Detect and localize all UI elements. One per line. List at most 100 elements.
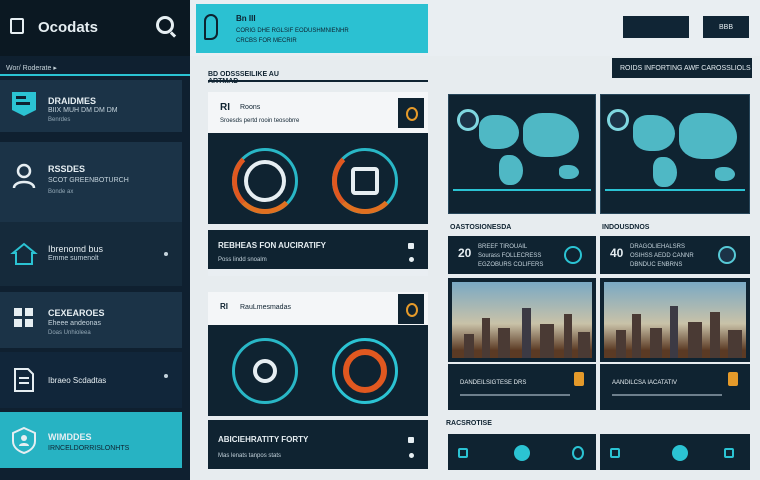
brand-header: Ocodats	[0, 0, 190, 56]
sidebar-item-ibrenomd[interactable]: Ibrenomd bus Emme sumenolt	[0, 222, 182, 286]
sidebar-item-rssdes[interactable]: RSSDES SCOT GREENBOTURCH Bonde ax	[0, 142, 182, 222]
image-icon[interactable]	[458, 448, 468, 458]
map-land	[715, 167, 735, 181]
search-icon[interactable]	[156, 16, 174, 34]
breadcrumb[interactable]: Wor/ Roderate ▸	[6, 64, 57, 72]
map-land	[499, 155, 523, 185]
location-card[interactable]: Bn III CORIG DHE RGLSIF EODUSHMNIENHR CR…	[196, 4, 428, 53]
building	[540, 324, 554, 358]
grid-icon	[14, 308, 33, 327]
gauge-inner-icon	[351, 167, 379, 195]
photo-caption-2[interactable]: AANDILCSA IACATATIV	[600, 364, 750, 410]
pin-icon	[204, 14, 218, 40]
map-land	[679, 113, 737, 159]
lock-button[interactable]	[398, 294, 424, 324]
sidebar: Ocodats Wor/ Roderate ▸ DRAIDMES BIIX MU…	[0, 0, 190, 480]
square-icon[interactable]	[724, 448, 734, 458]
user-icon	[12, 163, 36, 189]
sidebar-item-title: CEXEAROES	[48, 308, 105, 318]
panel-title: RauLmesmadas	[240, 304, 291, 311]
info-bar-1[interactable]: REBHEAS FON AUCIRATIFY Poss lindd snoalm	[208, 230, 428, 276]
section-strip-right: ROIDS INFORTING AWF CAROSSLIOLS	[612, 58, 752, 78]
top-secondary-button[interactable]: BBB	[703, 16, 749, 38]
caption-text: DANDEILSIGTESE DRS	[460, 380, 527, 386]
section-strip-left: BD ODSSSEILIKE AU ARTMAD	[208, 71, 279, 85]
stat-line: OSIHSS AEDD CANNR	[630, 253, 694, 259]
sidebar-item-subtitle: Eheee andeonas	[48, 320, 101, 327]
globe-icon[interactable]	[672, 445, 688, 461]
sidebar-item-title: WIMDDES	[48, 432, 92, 442]
sidebar-item-ibraeo[interactable]: Ibraeo Scdadtas	[0, 352, 182, 408]
info-bar-title: REBHEAS FON AUCIRATIFY	[218, 241, 326, 250]
caption-text: AANDILCSA IACATATIV	[612, 380, 678, 386]
stat-card-1[interactable]: 20 BREEF TIROUAIL Sourass FOLLECRESS EGZ…	[448, 236, 596, 274]
city-photo-1[interactable]	[448, 278, 596, 362]
card-line: CRCBS FOR MECRIR	[236, 38, 297, 44]
building	[650, 328, 662, 358]
photo-caption-1[interactable]: DANDEILSIGTESE DRS	[448, 364, 596, 410]
top-action-button[interactable]	[623, 16, 689, 38]
tag-icon	[574, 372, 584, 386]
building	[710, 312, 720, 358]
world-map-2[interactable]	[600, 94, 750, 214]
cloud-icon	[718, 246, 736, 264]
world-map-1[interactable]	[448, 94, 596, 214]
building	[688, 322, 702, 358]
document-icon	[14, 368, 34, 392]
panel-header: RI RauLmesmadas	[208, 292, 428, 326]
info-bar-body: REBHEAS FON AUCIRATIFY Poss lindd snoalm	[208, 231, 428, 269]
building	[670, 306, 678, 358]
building	[564, 314, 572, 358]
magnifier-icon	[457, 109, 479, 131]
mini-toolbar-1	[448, 434, 596, 470]
building	[482, 318, 490, 358]
building	[728, 330, 742, 358]
globe-icon	[564, 246, 582, 264]
sidebar-item-title: Ibrenomd bus	[48, 244, 104, 254]
divider	[208, 80, 428, 82]
info-bar-subtitle: Mas lenats tanpos stats	[218, 453, 282, 459]
card-title: Bn III	[236, 14, 256, 23]
info-bar-2[interactable]: ABICIEHRATITY FORTY Mas lenats tanpos st…	[208, 420, 428, 470]
sidebar-item-meta: Benrdes	[48, 117, 71, 123]
panel-subtitle: Sroesds pertd rooin teosobrre	[220, 118, 300, 124]
panel-number: RI	[220, 102, 230, 113]
lock-icon	[10, 18, 24, 34]
stat-line: BREEF TIROUAIL	[478, 244, 528, 250]
target-icon	[253, 359, 277, 383]
home-icon	[10, 242, 38, 265]
sidebar-item-draidmes[interactable]: DRAIDMES BIIX MUH DM DM DM Benrdes	[0, 80, 182, 132]
globe-icon[interactable]	[514, 445, 530, 461]
map-land	[559, 165, 579, 179]
city-photo-2[interactable]	[600, 278, 750, 362]
building	[616, 330, 626, 358]
map-land	[633, 115, 675, 151]
sidebar-item-subtitle: BIIX MUH DM DM DM	[48, 107, 118, 114]
square-icon	[408, 243, 414, 249]
gauge-ring	[232, 148, 298, 214]
info-bar-title: ABICIEHRATITY FORTY	[218, 435, 309, 444]
image-icon[interactable]	[610, 448, 620, 458]
lock-button[interactable]	[398, 98, 424, 128]
sidebar-item-meta: Doas Unhioleea	[48, 330, 91, 336]
caption-bar	[460, 394, 570, 396]
stat-line: EGZOBURS COLIFERS	[478, 262, 544, 268]
gauge-ring	[332, 338, 398, 404]
info-bar-body: ABICIEHRATITY FORTY Mas lenats tanpos st…	[208, 421, 428, 469]
dot-icon	[409, 257, 414, 262]
mini-toolbar-2	[600, 434, 750, 470]
info-bar-subtitle: Poss lindd snoalm	[218, 257, 267, 263]
stat-card-2[interactable]: 40 DRAGOLIEHALSRS OSIHSS AEDD CANNR DBND…	[600, 236, 750, 274]
sidebar-item-wimddes[interactable]: WIMDDES IRNCELDORRISLONHTS	[0, 412, 182, 468]
leaf-icon[interactable]	[572, 446, 584, 460]
building	[632, 314, 641, 358]
sidebar-item-title: Ibraeo Scdadtas	[48, 376, 107, 385]
sidebar-item-cexearoes[interactable]: CEXEAROES Eheee andeonas Doas Unhioleea	[0, 292, 182, 348]
target-icon	[343, 349, 387, 393]
section-label: OASTOSIONESDA	[450, 224, 512, 231]
building	[578, 332, 590, 358]
map-land	[523, 113, 579, 157]
magnifier-icon	[607, 109, 629, 131]
stat-number: 40	[610, 246, 624, 260]
tag-icon	[728, 372, 738, 386]
